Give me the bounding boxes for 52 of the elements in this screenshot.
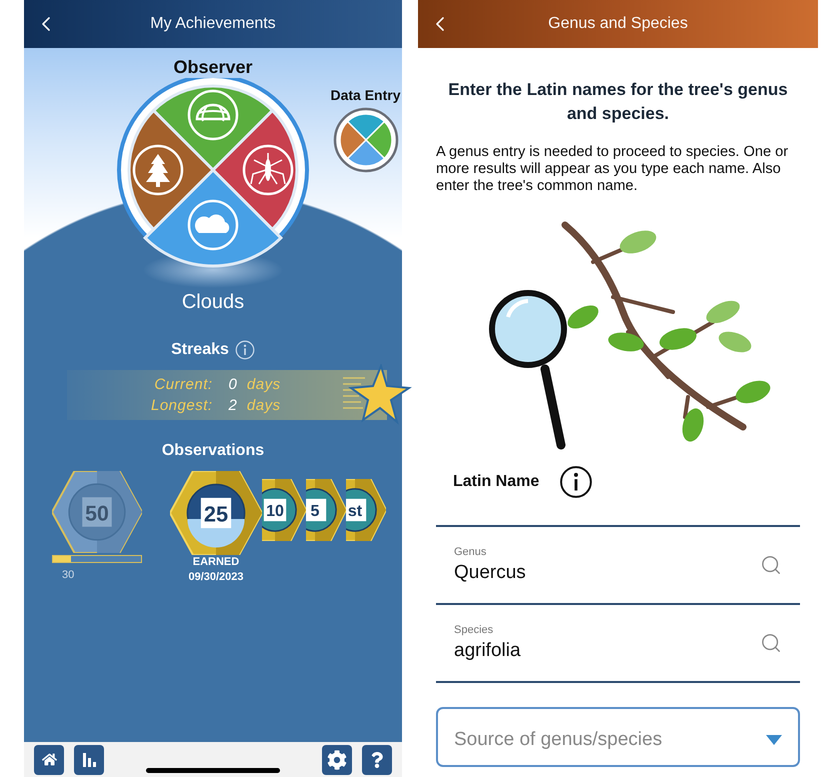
wheel-segment[interactable]	[128, 109, 214, 231]
page-heading: Enter the Latin names for the tree's genus and species.	[447, 79, 789, 125]
badge-number: 10	[266, 502, 284, 520]
category-name: Clouds	[182, 291, 244, 313]
streak-value: 2	[228, 397, 237, 414]
data-entry-wheel-icon[interactable]	[332, 107, 398, 173]
hexagon-badge[interactable]: st	[346, 479, 386, 541]
streak-label: Current:	[153, 376, 213, 393]
badge-number: 50	[85, 501, 109, 526]
earned-label: EARNED	[192, 555, 240, 570]
badge-number: 25	[204, 501, 228, 526]
mosquito-icon	[242, 144, 294, 196]
instructions-text: A genus entry is needed to proceed to species. One or more results will appear as you type each name. Also enter the tree's common name.	[436, 144, 790, 195]
screen-title: Genus and Species	[548, 15, 688, 33]
stats-button[interactable]	[74, 744, 104, 774]
help-icon	[369, 752, 385, 768]
level-title: Observer	[173, 56, 253, 78]
home-button[interactable]	[34, 744, 64, 774]
badge-number: st	[348, 502, 362, 520]
select-input[interactable]: Source of genus/species	[454, 729, 766, 751]
streak-unit: days	[246, 397, 281, 414]
star-drawing	[343, 364, 413, 426]
input-field[interactable]: Quercus	[454, 562, 654, 584]
section-title: Observations	[162, 441, 264, 461]
streak-label: Longest:	[151, 397, 213, 414]
section-title: Streaks	[171, 341, 229, 359]
progress-count: 30	[62, 569, 74, 581]
settings-icon	[327, 750, 347, 770]
caret-icon	[766, 735, 782, 745]
help-button[interactable]	[362, 744, 392, 774]
settings-button[interactable]	[322, 744, 352, 774]
streak-unit: days	[246, 376, 281, 393]
field-label: Genus	[454, 546, 488, 558]
data-entry-label: Data Entry	[330, 87, 401, 103]
dome-icon	[188, 90, 238, 140]
streak-value: 0	[228, 376, 237, 393]
cloud-icon	[188, 200, 238, 250]
screen-title: My Achievements	[150, 15, 276, 33]
badge-number: 5	[310, 502, 320, 520]
info-icon[interactable]	[559, 465, 594, 499]
select-box[interactable]: Source of genus/species	[436, 707, 800, 767]
earned-date: 09/30/2023	[188, 570, 244, 585]
hexagon-badge[interactable]: 5	[306, 479, 346, 541]
hexagon-badge[interactable]: 10	[262, 479, 306, 541]
search-icon[interactable]	[760, 554, 782, 576]
search-icon[interactable]	[760, 632, 782, 654]
input-field[interactable]: agrifolia	[454, 640, 654, 662]
tree-icon	[132, 144, 184, 196]
bar-chart-icon	[81, 752, 97, 768]
section-label: Latin Name	[453, 473, 540, 491]
home-icon	[42, 752, 56, 767]
field-label: Species	[454, 624, 494, 636]
